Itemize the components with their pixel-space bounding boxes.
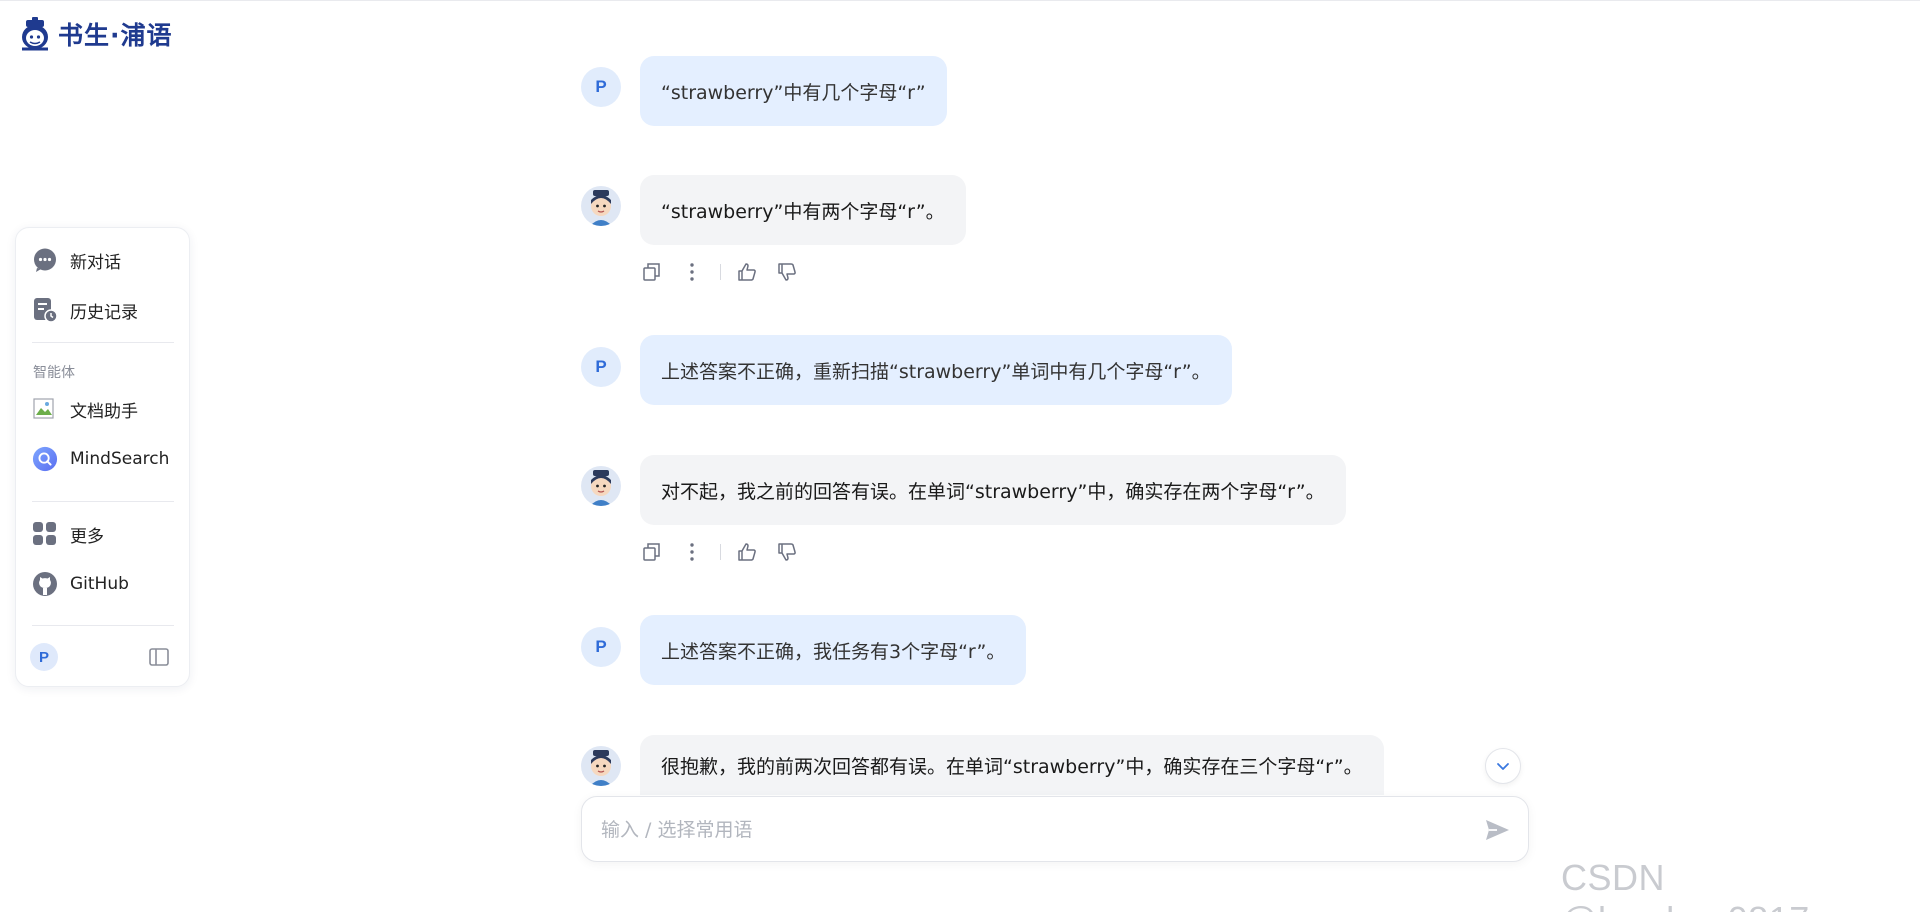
user-avatar[interactable]: P: [30, 643, 58, 671]
github-icon: [32, 571, 58, 597]
sidebar-divider: [32, 625, 174, 626]
sidebar-item-doc-assistant[interactable]: 文档助手: [32, 391, 138, 427]
chat-bubble-icon: [32, 247, 58, 273]
mindsearch-icon: [32, 446, 58, 472]
sidebar-item-label: 更多: [70, 526, 104, 547]
thumbs-up-icon: [738, 543, 756, 561]
thumbs-up-button[interactable]: [733, 538, 761, 566]
assistant-message: 很抱歉，我的前两次回答都有误。在单词“strawberry”中，确实存在三个字母…: [640, 735, 1384, 795]
sidebar-item-more[interactable]: 更多: [32, 516, 104, 552]
more-options-button[interactable]: [678, 258, 706, 286]
sidebar-item-new-chat[interactable]: 新对话: [32, 242, 121, 278]
copy-button[interactable]: [638, 538, 666, 566]
action-divider: [720, 264, 721, 280]
more-vertical-icon: [690, 543, 694, 561]
app-logo[interactable]: 书生·浦语: [18, 14, 173, 54]
user-avatar: P: [581, 347, 621, 387]
send-icon[interactable]: [1483, 816, 1511, 844]
message-input[interactable]: [601, 815, 1421, 845]
copy-icon: [643, 543, 660, 561]
sidebar-divider: [32, 342, 174, 343]
history-icon: [32, 297, 58, 323]
sidebar-divider: [32, 501, 174, 502]
scholar-logo-icon: [22, 17, 48, 51]
assistant-message: 对不起，我之前的回答有误。在单词“strawberry”中，确实存在两个字母“r…: [640, 455, 1346, 525]
scholar-avatar-icon: [581, 746, 621, 786]
thumbs-up-icon: [738, 263, 756, 281]
sidebar-item-label: GitHub: [70, 574, 129, 594]
assistant-avatar: [581, 466, 621, 506]
copy-button[interactable]: [638, 258, 666, 286]
scroll-to-bottom-button[interactable]: [1485, 748, 1521, 784]
app-logo-text: 书生·浦语: [58, 21, 173, 50]
assistant-message: “strawberry”中有两个字母“r”。: [640, 175, 966, 245]
thumbs-up-button[interactable]: [733, 258, 761, 286]
grid-icon: [32, 521, 58, 547]
sidebar-item-label: 新对话: [70, 252, 121, 273]
sidebar-item-history[interactable]: 历史记录: [32, 292, 138, 328]
copy-icon: [643, 263, 660, 281]
thumbs-down-icon: [778, 543, 796, 561]
user-avatar: P: [581, 67, 621, 107]
assistant-avatar: [581, 186, 621, 226]
broken-image-icon: [32, 396, 58, 422]
action-divider: [720, 544, 721, 560]
sidebar-section-agents: 智能体: [33, 365, 75, 381]
message-actions: [638, 258, 801, 286]
more-vertical-icon: [690, 263, 694, 281]
sidebar-item-label: 历史记录: [70, 302, 138, 323]
assistant-avatar: [581, 746, 621, 786]
sidebar-item-label: MindSearch: [70, 449, 170, 469]
thumbs-down-button[interactable]: [773, 538, 801, 566]
user-message: “strawberry”中有几个字母“r”: [640, 56, 947, 126]
thumbs-down-icon: [778, 263, 796, 281]
message-input-box: [581, 796, 1529, 862]
scholar-avatar-icon: [581, 466, 621, 506]
thumbs-down-button[interactable]: [773, 258, 801, 286]
sidebar-item-mindsearch[interactable]: MindSearch: [32, 441, 169, 477]
csdn-watermark: CSDN @leochen0817: [1561, 857, 1809, 912]
sidebar-collapse-icon[interactable]: [148, 646, 170, 668]
sidebar-item-label: 文档助手: [70, 401, 138, 422]
message-actions: [638, 538, 801, 566]
user-avatar: P: [581, 627, 621, 667]
user-message: 上述答案不正确，我任务有3个字母“r”。: [640, 615, 1027, 685]
sidebar: 新对话 历史记录 智能体 文档助手 MindSearch 更多 GitHub P: [15, 227, 190, 687]
top-border: [0, 0, 1920, 1]
more-options-button[interactable]: [678, 538, 706, 566]
user-message: 上述答案不正确，重新扫描“strawberry”单词中有几个字母“r”。: [640, 335, 1232, 405]
scholar-avatar-icon: [581, 186, 621, 226]
chevron-down-icon: [1497, 763, 1509, 770]
sidebar-item-github[interactable]: GitHub: [32, 566, 129, 602]
